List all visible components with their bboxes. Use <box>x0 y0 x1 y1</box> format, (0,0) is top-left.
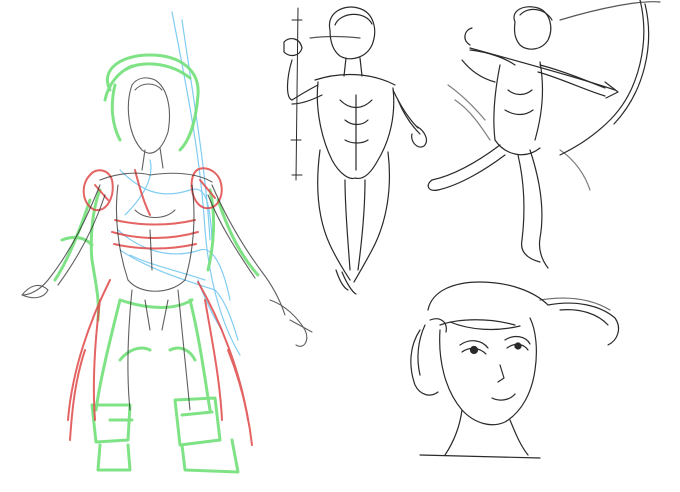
standing-pose-figure <box>283 6 428 295</box>
graphite-base-figure <box>21 77 313 411</box>
portrait-head-figure <box>410 281 620 459</box>
sketch-svg <box>21 0 661 474</box>
costume-study-figure <box>21 11 313 474</box>
archer-pose-figure <box>427 0 661 269</box>
sketch-canvas <box>0 0 680 492</box>
green-costume-lines <box>53 53 260 474</box>
